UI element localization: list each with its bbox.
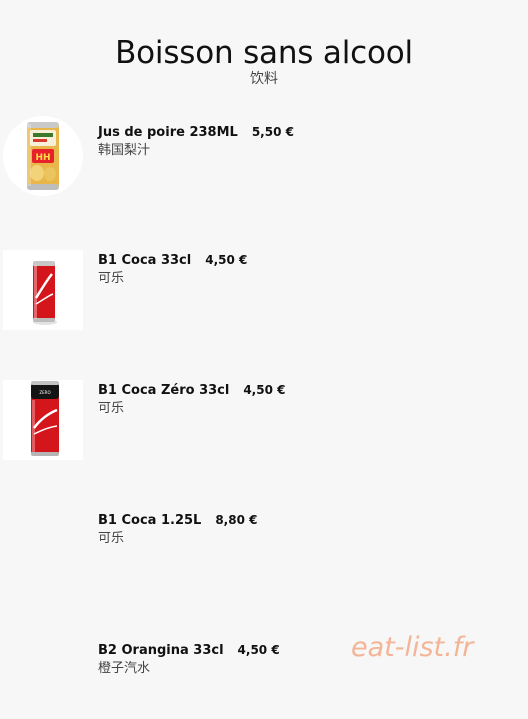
- watermark: eat-list.fr: [351, 632, 474, 663]
- menu-item[interactable]: B1 Coca 1.25L 8,80 € 可乐: [0, 512, 528, 612]
- page-title: Boisson sans alcool: [115, 35, 413, 71]
- menu-item-title-line: B1 Coca Zéro 33cl 4,50 €: [98, 382, 285, 399]
- menu-item-title-line: B1 Coca 1.25L 8,80 €: [98, 512, 257, 529]
- menu-item-description: 橙子汽水: [98, 661, 151, 676]
- page-header: Boisson sans alcool 饮料: [0, 34, 528, 88]
- svg-text:HH: HH: [35, 153, 50, 163]
- menu-item-price: 4,50 €: [205, 253, 248, 267]
- menu-item-info: Jus de poire 238ML 5,50 € 韩国梨汁: [98, 124, 294, 159]
- menu-item-description: 可乐: [98, 271, 125, 286]
- menu-item-name: B1 Coca 33cl: [98, 253, 192, 268]
- menu-item-price: 8,80 €: [215, 513, 258, 527]
- page-subtitle: 饮料: [250, 71, 278, 87]
- menu-item-info: B1 Coca Zéro 33cl 4,50 € 可乐: [98, 382, 285, 417]
- svg-text:ZERO: ZERO: [39, 390, 50, 395]
- menu-item-price: 4,50 €: [237, 643, 280, 657]
- menu-item-info: B1 Coca 33cl 4,50 € 可乐: [98, 252, 247, 287]
- menu-item-title-line: Jus de poire 238ML 5,50 €: [98, 124, 294, 141]
- menu-item-description: 可乐: [98, 401, 125, 416]
- menu-item-title-line: B1 Coca 33cl 4,50 €: [98, 252, 247, 269]
- menu-item-info: B2 Orangina 33cl 4,50 € 橙子汽水: [98, 642, 280, 677]
- menu-item[interactable]: B1 Coca 33cl 4,50 € 可乐: [0, 250, 528, 352]
- menu-item-price: 5,50 €: [251, 125, 294, 139]
- menu-item-description: 可乐: [98, 531, 125, 546]
- pear-juice-image: HH: [3, 116, 83, 196]
- coca-cola-zero-can-image: ZERO: [3, 380, 83, 460]
- menu-item-name: B1 Coca Zéro 33cl: [98, 383, 230, 398]
- menu-item-name: B1 Coca 1.25L: [98, 513, 202, 528]
- menu-item-title-line: B2 Orangina 33cl 4,50 €: [98, 642, 280, 659]
- menu-item-price: 4,50 €: [243, 383, 286, 397]
- menu-item[interactable]: HH Jus de poire 238ML 5,50 € 韩国梨汁: [0, 116, 528, 224]
- menu-item-name: Jus de poire 238ML: [98, 125, 238, 140]
- menu-item-info: B1 Coca 1.25L 8,80 € 可乐: [98, 512, 257, 547]
- menu-item[interactable]: ZERO B1 Coca Zéro 33cl 4,50 € 可乐: [0, 380, 528, 482]
- menu-item-name: B2 Orangina 33cl: [98, 643, 224, 658]
- menu-item-description: 韩国梨汁: [98, 143, 151, 158]
- coca-cola-can-image: [3, 250, 83, 330]
